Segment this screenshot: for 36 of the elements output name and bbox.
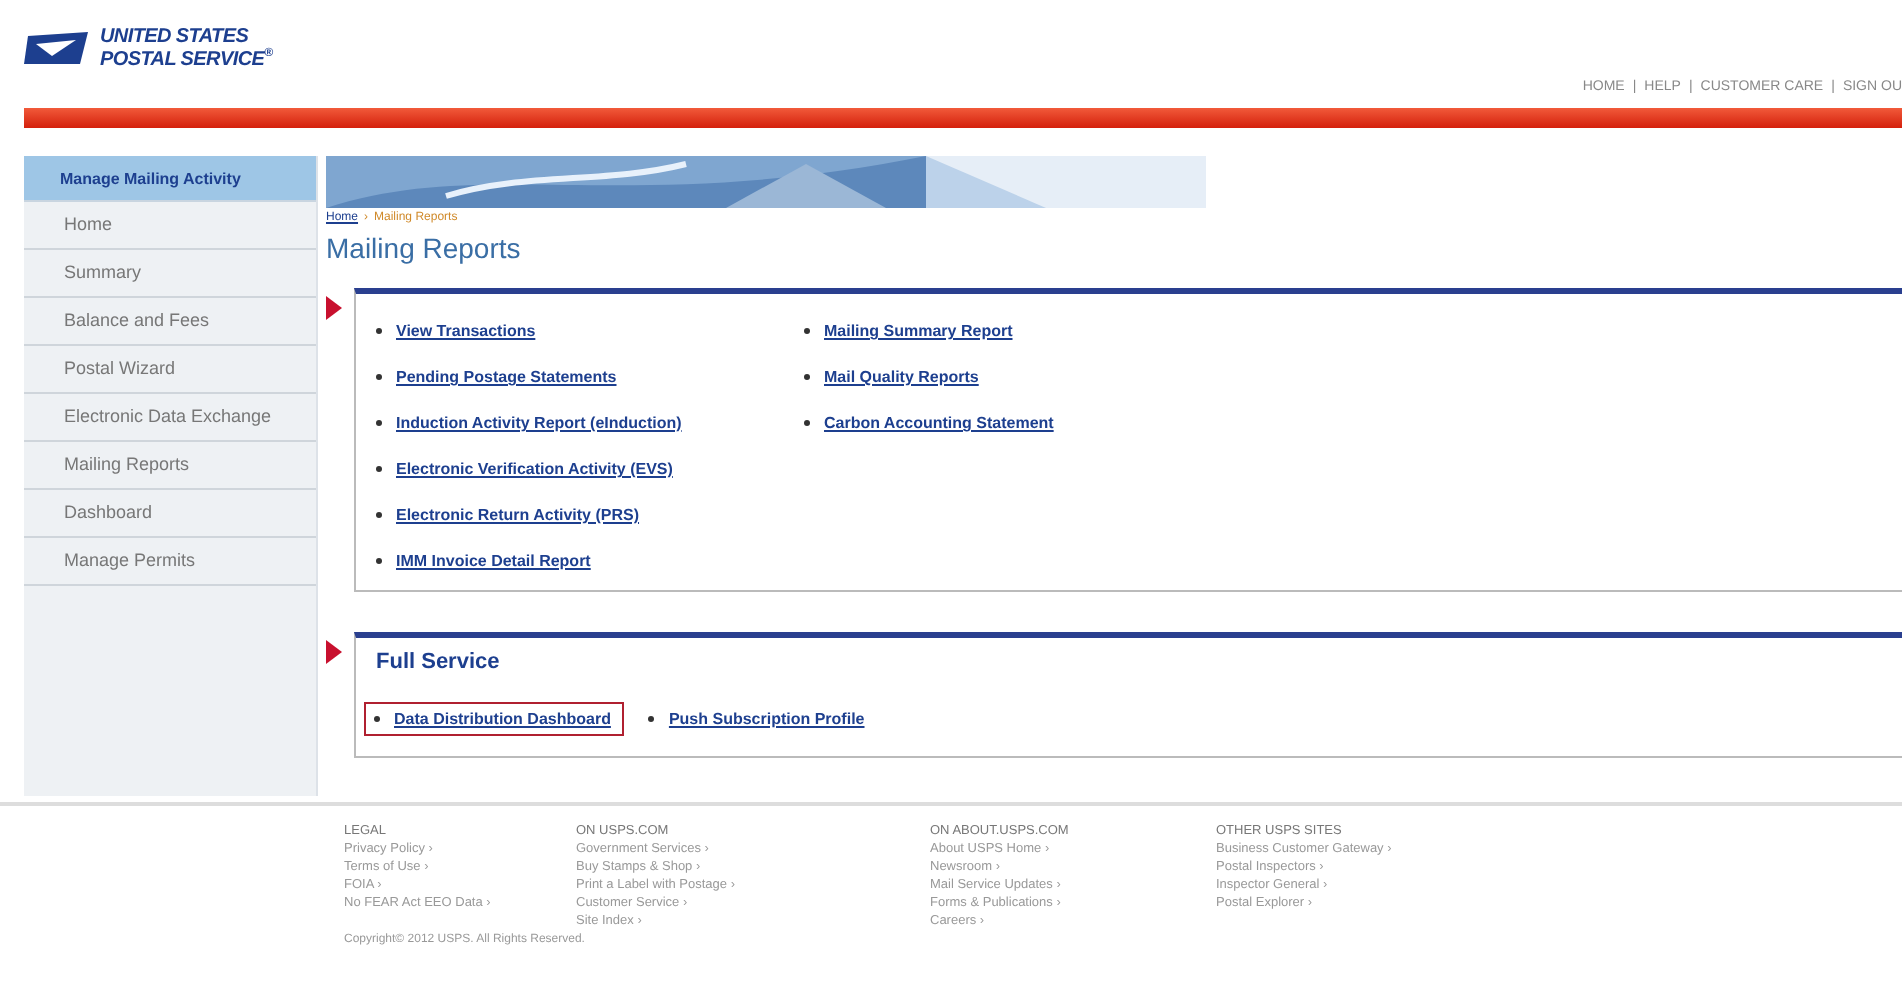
report-link[interactable]: Mail Quality Reports [824,368,979,386]
bullet-icon [374,716,380,722]
sidebar-item[interactable]: Home [24,202,316,250]
report-link[interactable]: View Transactions [396,322,536,340]
report-link[interactable]: Electronic Return Activity (PRS) [396,506,640,524]
report-link[interactable]: Carbon Accounting Statement [824,414,1054,432]
report-link[interactable]: Induction Activity Report (eInduction) [396,414,682,432]
sidebar-item[interactable]: Mailing Reports [24,442,316,490]
sidebar-header: Manage Mailing Activity [24,156,316,202]
triangle-icon [326,640,342,664]
section-title: Full Service [376,650,502,674]
bullet-icon [376,328,382,334]
page-title: Mailing Reports [326,232,523,264]
bullet-icon [376,374,382,380]
sidebar-item[interactable]: Balance and Fees [24,298,316,346]
report-link[interactable]: Pending Postage Statements [396,368,617,386]
bullet-icon [648,716,655,722]
sidebar-item[interactable]: Postal Wizard [24,346,316,394]
bullet-icon [376,420,382,426]
report-link[interactable]: IMM Invoice Detail Report [396,552,591,570]
sidebar-item[interactable]: Electronic Data Exchange [24,394,316,442]
sidebar-item[interactable]: Dashboard [24,490,316,538]
bullet-icon [376,512,382,518]
logo-text: UNITED STATES POSTAL SERVICE$^{®}$ [100,28,273,69]
sidebar-item[interactable]: Summary [24,250,316,298]
bullet-icon [376,558,382,564]
report-link[interactable]: Data Distribution Dashboard [394,710,611,728]
triangle-icon [326,296,342,320]
bullet-icon [804,328,810,334]
sidebar-item[interactable]: Manage Permits [24,538,316,586]
report-link[interactable]: Electronic Verification Activity (EVS) [396,460,673,478]
bullet-icon [376,466,382,472]
bullet-icon [804,420,810,426]
report-link[interactable]: Push Subscription Profile [668,710,865,728]
report-link[interactable]: Mailing Summary Report [824,322,1013,340]
bullet-icon [804,374,810,380]
